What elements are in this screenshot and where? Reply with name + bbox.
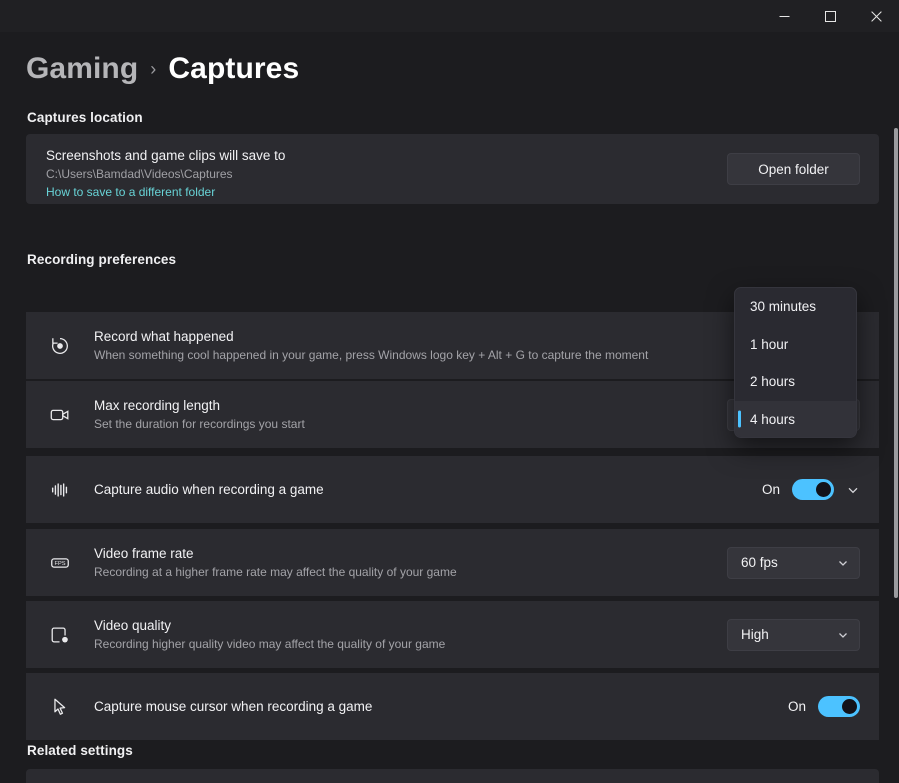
section-header-related-settings: Related settings: [27, 743, 133, 758]
flyout-option-30-minutes[interactable]: 30 minutes: [735, 288, 856, 326]
row-title: Video quality: [94, 618, 172, 633]
video-quality-icon: [26, 624, 94, 646]
minimize-icon: [779, 11, 790, 22]
fps-icon: FPS: [26, 552, 94, 574]
row-title: Max recording length: [94, 398, 221, 413]
row-control: On: [762, 479, 879, 500]
row-capture-mouse-cursor[interactable]: Capture mouse cursor when recording a ga…: [26, 673, 879, 740]
svg-text:FPS: FPS: [54, 560, 65, 566]
flyout-option-label: 4 hours: [750, 411, 796, 427]
video-camera-icon: [26, 404, 94, 426]
row-title: Capture mouse cursor when recording a ga…: [94, 699, 373, 714]
captures-location-text: Screenshots and game clips will save to …: [46, 146, 285, 201]
section-header-recording-preferences: Recording preferences: [27, 252, 177, 267]
maximize-icon: [824, 10, 836, 22]
capture-mouse-cursor-toggle[interactable]: [818, 696, 860, 717]
row-text: Max recording length Set the duration fo…: [94, 396, 727, 433]
row-text: Video frame rate Recording at a higher f…: [94, 544, 727, 581]
row-text: Capture audio when recording a game: [94, 480, 762, 499]
record-history-icon: [26, 335, 94, 357]
related-settings-card[interactable]: [26, 769, 879, 783]
chevron-down-icon: [837, 557, 849, 569]
breadcrumb-parent[interactable]: Gaming: [26, 52, 138, 86]
row-control: High: [727, 618, 879, 651]
row-subtitle: Set the duration for recordings you star…: [94, 417, 305, 431]
close-icon: [870, 10, 882, 22]
title-bar: [0, 0, 899, 32]
selected-indicator: [738, 410, 741, 428]
minimize-button[interactable]: [761, 0, 807, 32]
video-quality-dropdown[interactable]: High: [727, 618, 860, 651]
captures-location-card: Screenshots and game clips will save to …: [26, 134, 879, 204]
flyout-option-label: 2 hours: [750, 374, 796, 390]
video-frame-rate-dropdown[interactable]: 60 fps: [727, 546, 860, 579]
capture-cursor-state-label: On: [787, 699, 806, 714]
flyout-option-1-hour[interactable]: 1 hour: [735, 326, 856, 364]
dropdown-value: High: [741, 627, 769, 642]
dropdown-value: 60 fps: [741, 555, 778, 570]
audio-waveform-icon: [26, 479, 94, 501]
row-video-quality[interactable]: Video quality Recording higher quality v…: [26, 601, 879, 668]
captures-location-heading: Screenshots and game clips will save to: [46, 148, 286, 163]
row-text: Video quality Recording higher quality v…: [94, 616, 727, 653]
row-video-frame-rate[interactable]: FPS Video frame rate Recording at a high…: [26, 529, 879, 596]
row-subtitle: Recording higher quality video may affec…: [94, 637, 446, 651]
expand-chevron-down-icon[interactable]: [846, 483, 860, 497]
toggle-knob: [842, 699, 857, 714]
scrollbar[interactable]: [893, 64, 899, 783]
settings-window: Gaming › Captures Captures location Scre…: [0, 0, 899, 783]
toggle-knob: [816, 482, 831, 497]
flyout-option-label: 1 hour: [750, 336, 789, 352]
row-title: Capture audio when recording a game: [94, 482, 324, 497]
max-recording-length-flyout[interactable]: 30 minutes 1 hour 2 hours 4 hours: [734, 287, 857, 438]
breadcrumb-separator-icon: ›: [150, 59, 157, 79]
row-subtitle: Recording at a higher frame rate may aff…: [94, 565, 457, 579]
row-title: Video frame rate: [94, 546, 194, 561]
flyout-option-label: 30 minutes: [750, 299, 817, 315]
mouse-cursor-icon: [26, 696, 94, 718]
settings-content: Gaming › Captures Captures location Scre…: [0, 32, 899, 783]
row-capture-audio[interactable]: Capture audio when recording a game On: [26, 456, 879, 523]
capture-audio-toggle[interactable]: [792, 479, 834, 500]
row-control: On: [788, 696, 879, 717]
row-control: 60 fps: [727, 546, 879, 579]
flyout-option-2-hours[interactable]: 2 hours: [735, 363, 856, 401]
maximize-button[interactable]: [807, 0, 853, 32]
close-button[interactable]: [853, 0, 899, 32]
chevron-down-icon: [837, 629, 849, 641]
page-title: Captures: [168, 52, 300, 85]
breadcrumb: Gaming › Captures: [26, 52, 299, 86]
row-text: Capture mouse cursor when recording a ga…: [94, 697, 788, 716]
open-folder-button[interactable]: Open folder: [727, 153, 860, 185]
how-to-save-link[interactable]: How to save to a different folder: [46, 183, 285, 201]
capture-audio-state-label: On: [761, 482, 780, 497]
scrollbar-thumb[interactable]: [894, 128, 898, 598]
captures-location-path: C:\Users\Bamdad\Videos\Captures: [46, 167, 233, 181]
flyout-option-4-hours[interactable]: 4 hours: [735, 400, 856, 437]
section-header-captures-location: Captures location: [27, 110, 143, 125]
